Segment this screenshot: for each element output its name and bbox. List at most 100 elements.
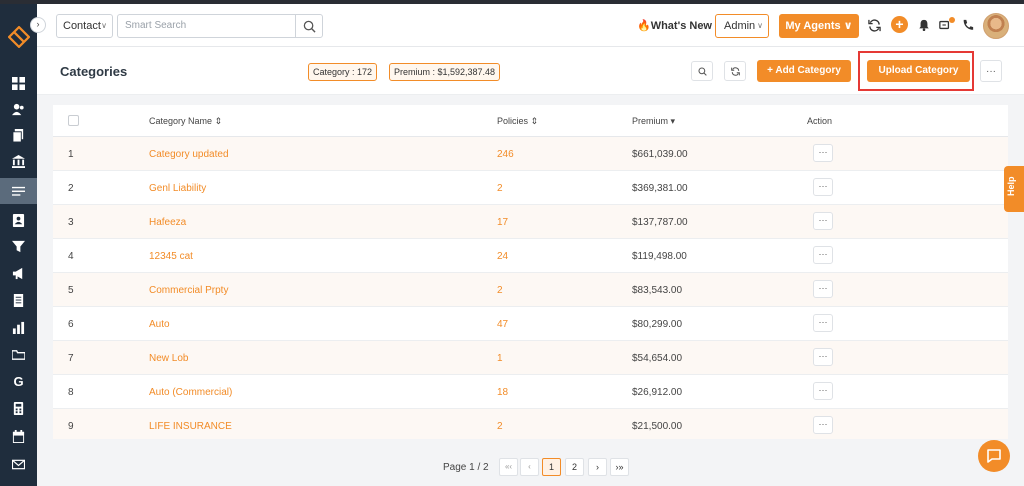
table-row: 6 Auto 47 $80,299.00 ···: [53, 307, 1008, 341]
my-agents-button[interactable]: My Agents ∨: [779, 14, 859, 38]
row-action-button[interactable]: ···: [813, 416, 833, 434]
first-page-button[interactable]: «‹: [499, 458, 518, 476]
row-action-button[interactable]: ···: [813, 246, 833, 264]
search-button[interactable]: [691, 61, 713, 81]
sidebar-collapse-button[interactable]: ›: [30, 17, 46, 33]
row-action-button[interactable]: ···: [813, 314, 833, 332]
content-area: Category Name ⇕ Policies ⇕ Premium ▾ Act…: [37, 95, 1024, 486]
row-action-button[interactable]: ···: [813, 348, 833, 366]
category-name-link[interactable]: Commercial Prpty: [149, 285, 228, 296]
user-avatar[interactable]: [983, 13, 1009, 39]
analytics-icon[interactable]: [0, 314, 37, 340]
table-row: 8 Auto (Commercial) 18 $26,912.00 ···: [53, 375, 1008, 409]
policies-count-link[interactable]: 2: [497, 421, 503, 432]
logo-icon[interactable]: [8, 26, 30, 48]
contact-select[interactable]: Contact ∨: [56, 14, 113, 38]
smart-search-input[interactable]: Smart Search: [117, 14, 296, 38]
select-all-checkbox[interactable]: [68, 115, 79, 126]
column-premium[interactable]: Premium ▾: [632, 116, 675, 127]
refresh-button[interactable]: [724, 61, 746, 81]
category-count-badge: Category : 172: [308, 63, 378, 81]
premium-value: $119,498.00: [632, 251, 687, 262]
page-1-button[interactable]: 1: [542, 458, 561, 476]
contacts-book-icon[interactable]: [0, 207, 37, 233]
next-page-button[interactable]: ›: [588, 458, 607, 476]
column-category-name[interactable]: Category Name ⇕: [149, 116, 222, 127]
bank-icon[interactable]: [0, 148, 37, 174]
table-row: 1 Category updated 246 $661,039.00 ···: [53, 137, 1008, 171]
row-action-button[interactable]: ···: [813, 280, 833, 298]
policies-count-link[interactable]: 2: [497, 183, 503, 194]
sidebar: G: [0, 4, 37, 486]
category-name-link[interactable]: Auto (Commercial): [149, 387, 232, 398]
premium-value: $661,039.00: [632, 149, 688, 160]
row-index: 8: [68, 387, 74, 398]
fire-icon: 🔥: [637, 20, 651, 32]
google-icon[interactable]: G: [0, 368, 37, 394]
category-name-link[interactable]: New Lob: [149, 353, 188, 364]
policies-count-link[interactable]: 17: [497, 217, 508, 228]
bell-icon[interactable]: [917, 18, 931, 32]
premium-value: $83,543.00: [632, 285, 683, 296]
policies-count-link[interactable]: 1: [497, 353, 503, 364]
row-index: 4: [68, 251, 74, 262]
search-button[interactable]: [295, 14, 323, 38]
users-icon[interactable]: [0, 96, 37, 122]
highlight-box: [858, 51, 974, 91]
documents-icon[interactable]: [0, 122, 37, 148]
megaphone-icon[interactable]: [0, 260, 37, 286]
calculator-icon[interactable]: [0, 395, 37, 421]
refresh-icon: [730, 66, 740, 76]
more-options-button[interactable]: ···: [980, 60, 1002, 82]
top-bar: Contact ∨ Smart Search 🔥What's New Admin…: [37, 4, 1024, 47]
policies-count-link[interactable]: 47: [497, 319, 508, 330]
row-action-button[interactable]: ···: [813, 178, 833, 196]
search-icon: [697, 66, 707, 76]
folder-icon[interactable]: [0, 341, 37, 367]
prev-page-button[interactable]: ‹: [520, 458, 539, 476]
row-action-button[interactable]: ···: [813, 382, 833, 400]
row-action-button[interactable]: ···: [813, 144, 833, 162]
quick-add-button[interactable]: +: [891, 16, 908, 33]
category-name-link[interactable]: Genl Liability: [149, 183, 206, 194]
policies-count-link[interactable]: 246: [497, 149, 514, 160]
category-name-link[interactable]: Category updated: [149, 149, 229, 160]
row-index: 2: [68, 183, 74, 194]
row-index: 1: [68, 149, 74, 160]
premium-value: $26,912.00: [632, 387, 683, 398]
premium-value: $369,381.00: [632, 183, 688, 194]
category-name-link[interactable]: Hafeeza: [149, 217, 186, 228]
premium-value: $137,787.00: [632, 217, 688, 228]
category-name-link[interactable]: LIFE INSURANCE: [149, 421, 232, 432]
column-policies[interactable]: Policies ⇕: [497, 116, 538, 127]
row-action-button[interactable]: ···: [813, 212, 833, 230]
categories-list-icon[interactable]: [0, 178, 37, 204]
page-2-button[interactable]: 2: [565, 458, 584, 476]
chevron-down-icon: ∨: [757, 21, 763, 30]
notification-dot: [949, 17, 955, 23]
sync-icon[interactable]: [867, 18, 881, 32]
calendar-icon[interactable]: [0, 423, 37, 449]
funnel-icon[interactable]: [0, 233, 37, 259]
help-tab[interactable]: Help: [1004, 166, 1024, 212]
my-agents-label: My Agents: [785, 20, 841, 32]
last-page-button[interactable]: ›»: [610, 458, 629, 476]
table-row: 2 Genl Liability 2 $369,381.00 ···: [53, 171, 1008, 205]
whats-new-link[interactable]: 🔥What's New: [637, 19, 712, 32]
phone-icon[interactable]: [961, 18, 975, 32]
pagination: Page 1 / 2 «‹ ‹ 1 2 › ›»: [37, 448, 1024, 486]
page-title: Categories: [60, 64, 128, 79]
whats-new-label: What's New: [650, 20, 712, 32]
policies-count-link[interactable]: 24: [497, 251, 508, 262]
policies-count-link[interactable]: 2: [497, 285, 503, 296]
policies-count-link[interactable]: 18: [497, 387, 508, 398]
category-name-link[interactable]: 12345 cat: [149, 251, 193, 262]
dashboard-icon[interactable]: [0, 70, 37, 96]
admin-select[interactable]: Admin ∨: [715, 14, 769, 38]
mail-icon[interactable]: [0, 451, 37, 477]
report-icon[interactable]: [0, 287, 37, 313]
category-name-link[interactable]: Auto: [149, 319, 170, 330]
add-category-button[interactable]: + Add Category: [757, 60, 851, 82]
chat-icon: [987, 449, 1001, 463]
chat-button[interactable]: [978, 440, 1010, 472]
